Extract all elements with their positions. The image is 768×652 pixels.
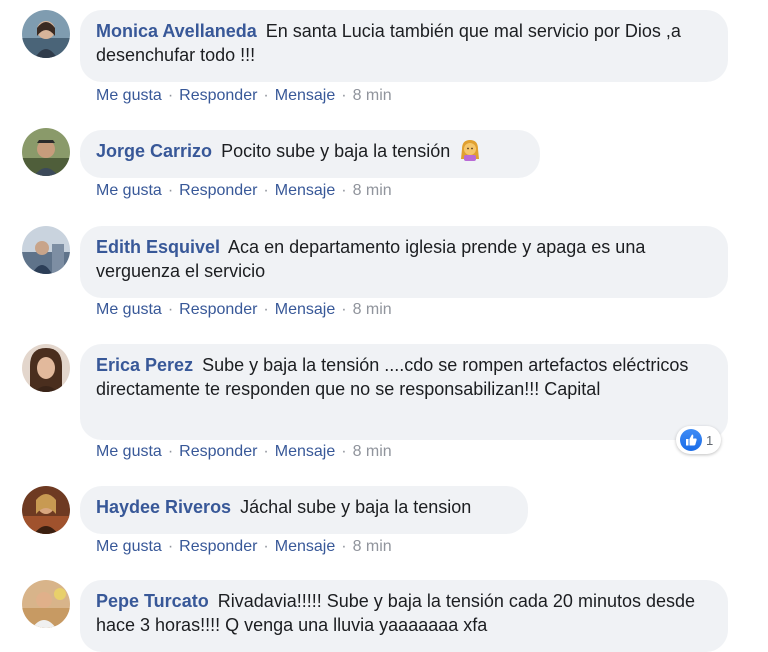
separator: · [167,538,174,555]
comment-bubble: Monica Avellaneda En santa Lucia también… [80,10,728,82]
message-link[interactable]: Mensaje [275,443,335,460]
comment-author[interactable]: Haydee Riveros [96,497,231,517]
comment-bubble: Jorge Carrizo Pocito sube y baja la tens… [80,130,540,178]
reply-link[interactable]: Responder [179,443,257,460]
comment-bubble: Pepe Turcato Rivadavia!!!!! Sube y baja … [80,580,728,652]
avatar[interactable] [22,226,70,274]
avatar[interactable] [22,344,70,392]
reply-link[interactable]: Responder [179,87,257,104]
reply-link[interactable]: Responder [179,301,257,318]
separator: · [263,301,269,318]
comment-actions: Me gusta · Responder · Mensaje · 8 min [96,87,392,105]
message-link[interactable]: Mensaje [275,182,335,199]
reply-link[interactable]: Responder [179,182,257,199]
comment-actions: Me gusta · Responder · Mensaje · 8 min [96,182,392,200]
comment-bubble: Edith Esquivel Aca en departamento igles… [80,226,728,298]
comment-text: Pocito sube y baja la tensión [221,141,451,161]
separator: · [341,443,347,460]
message-link[interactable]: Mensaje [275,87,335,104]
timestamp[interactable]: 8 min [353,87,392,104]
separator: · [263,538,269,555]
comment-actions: Me gusta · Responder · Mensaje · 8 min [96,538,392,556]
reaction-count: 1 [706,432,714,448]
avatar-photo-icon [22,486,70,534]
separator: · [263,87,269,104]
separator: · [341,538,347,555]
comment-author[interactable]: Erica Perez [96,355,193,375]
avatar-photo-icon [22,580,70,628]
like-link[interactable]: Me gusta [96,443,162,460]
separator: · [341,87,347,104]
separator: · [341,182,347,199]
avatar-photo-icon [22,344,70,392]
separator: · [341,301,347,318]
timestamp[interactable]: 8 min [353,301,392,318]
comment-author[interactable]: Pepe Turcato [96,591,209,611]
message-link[interactable]: Mensaje [275,301,335,318]
separator: · [167,87,174,104]
avatar[interactable] [22,580,70,628]
avatar-photo-icon [22,128,70,176]
comment-bubble: Erica Perez Sube y baja la tensión ....c… [80,344,728,440]
like-link[interactable]: Me gusta [96,182,162,199]
message-link[interactable]: Mensaje [275,538,335,555]
separator: · [263,182,269,199]
like-link[interactable]: Me gusta [96,301,162,318]
like-link[interactable]: Me gusta [96,538,162,555]
separator: · [167,301,174,318]
avatar[interactable] [22,486,70,534]
separator: · [263,443,269,460]
reply-link[interactable]: Responder [179,538,257,555]
woman-tipping-hand-emoji-icon [461,140,480,161]
reaction-badge[interactable]: 1 [676,426,722,454]
timestamp[interactable]: 8 min [353,182,392,199]
avatar-photo-icon [22,226,70,274]
timestamp[interactable]: 8 min [353,538,392,555]
comment-author[interactable]: Monica Avellaneda [96,21,257,41]
comment-author[interactable]: Jorge Carrizo [96,141,212,161]
separator: · [167,182,174,199]
comment-author[interactable]: Edith Esquivel [96,237,220,257]
avatar[interactable] [22,128,70,176]
separator: · [167,443,174,460]
avatar[interactable] [22,10,70,58]
like-reaction-icon [680,429,702,451]
comment-text: Jáchal sube y baja la tension [240,497,472,517]
comment-actions: Me gusta · Responder · Mensaje · 8 min [96,301,392,319]
avatar-photo-icon [22,10,70,58]
comment-bubble: Haydee Riveros Jáchal sube y baja la ten… [80,486,528,534]
timestamp[interactable]: 8 min [353,443,392,460]
comment-actions: Me gusta · Responder · Mensaje · 8 min [96,443,392,461]
like-link[interactable]: Me gusta [96,87,162,104]
